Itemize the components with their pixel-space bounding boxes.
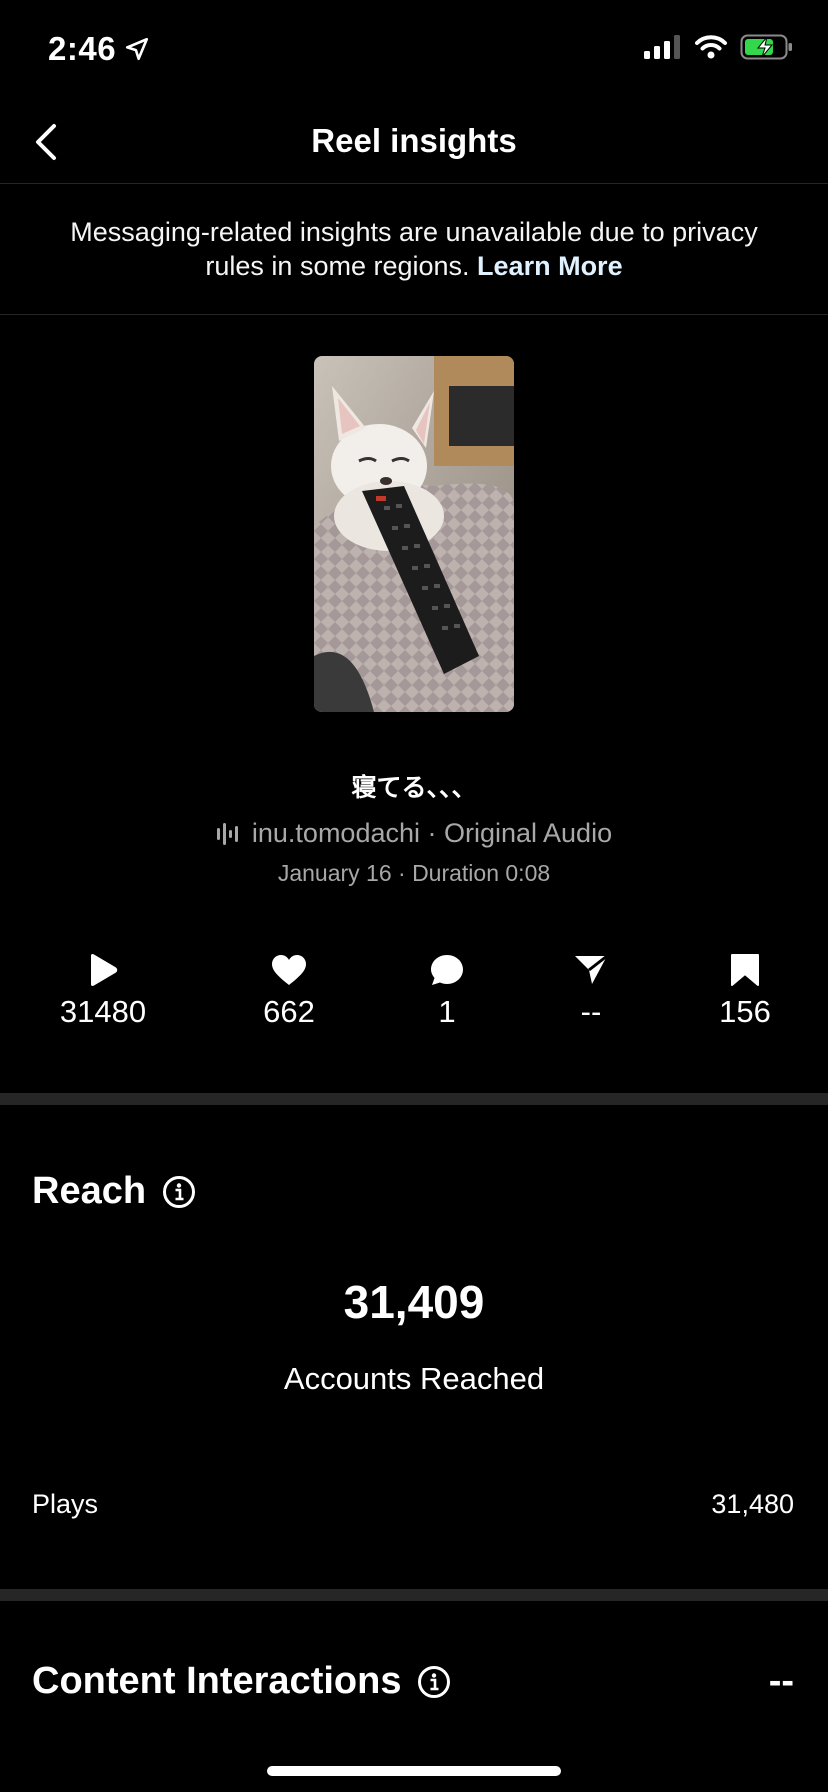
- plays-label: Plays: [32, 1489, 99, 1519]
- section-divider: [0, 1589, 828, 1601]
- reel-audio[interactable]: inu.tomodachi · Original Audio: [0, 818, 828, 849]
- reel-audio-label: inu.tomodachi · Original Audio: [251, 818, 613, 848]
- content-interactions-title: Content Interactions: [32, 1660, 402, 1702]
- stat-likes: 662: [219, 950, 359, 1030]
- stat-saves-value: 156: [719, 994, 771, 1029]
- stat-shares-value: --: [580, 994, 602, 1029]
- reel-thumbnail[interactable]: [314, 356, 514, 712]
- home-indicator[interactable]: [267, 1766, 561, 1776]
- bookmark-icon: [731, 954, 759, 986]
- comment-bubble-icon: [431, 955, 463, 985]
- stat-plays: 31480: [33, 950, 173, 1030]
- wifi-icon: [695, 35, 727, 59]
- status-icons: [644, 34, 794, 60]
- reel-thumbnail-image: [314, 356, 514, 712]
- nav-bar: Reel insights: [0, 100, 828, 184]
- plays-value: 31,480: [711, 1489, 794, 1519]
- status-time: 2:46: [48, 30, 117, 67]
- reach-section-title: Reach: [32, 1170, 196, 1213]
- paper-plane-icon: [575, 954, 608, 984]
- page-title: Reel insights: [311, 122, 517, 159]
- learn-more-link[interactable]: Learn More: [477, 251, 623, 281]
- stat-comments: 1: [377, 950, 517, 1030]
- section-divider: [0, 1093, 828, 1105]
- accounts-reached-value: 31,409: [343, 1276, 485, 1328]
- info-icon[interactable]: [162, 1175, 196, 1209]
- accounts-reached-label: Accounts Reached: [283, 1361, 545, 1396]
- reel-caption: 寝てる、、、: [351, 774, 477, 802]
- cellular-signal-icon: [644, 35, 680, 59]
- stat-shares: --: [521, 950, 661, 1030]
- heart-icon: [272, 955, 306, 985]
- status-bar: 2:46: [0, 0, 828, 100]
- audio-waveform-icon: [216, 822, 238, 845]
- privacy-notice: Messaging-related insights are unavailab…: [0, 185, 828, 315]
- play-icon: [91, 954, 118, 986]
- battery-charging-icon: [740, 34, 792, 60]
- stat-plays-value: 31480: [59, 994, 147, 1029]
- reel-meta: January 16 · Duration 0:08: [277, 860, 551, 886]
- content-interactions-section-title: Content Interactions: [32, 1660, 451, 1703]
- reel-stats-row: 31480 662 1 -- 156: [0, 950, 828, 1040]
- privacy-notice-text: Messaging-related insights are unavailab…: [70, 217, 758, 281]
- info-icon[interactable]: [417, 1665, 451, 1699]
- stat-saves: 156: [675, 950, 815, 1030]
- reach-title: Reach: [32, 1170, 147, 1212]
- status-time-group: 2:46: [48, 30, 150, 68]
- stat-likes-value: 662: [263, 994, 315, 1029]
- stat-comments-value: 1: [438, 994, 456, 1029]
- location-arrow-icon: [126, 37, 149, 61]
- content-interactions-value: --: [768, 1660, 794, 1702]
